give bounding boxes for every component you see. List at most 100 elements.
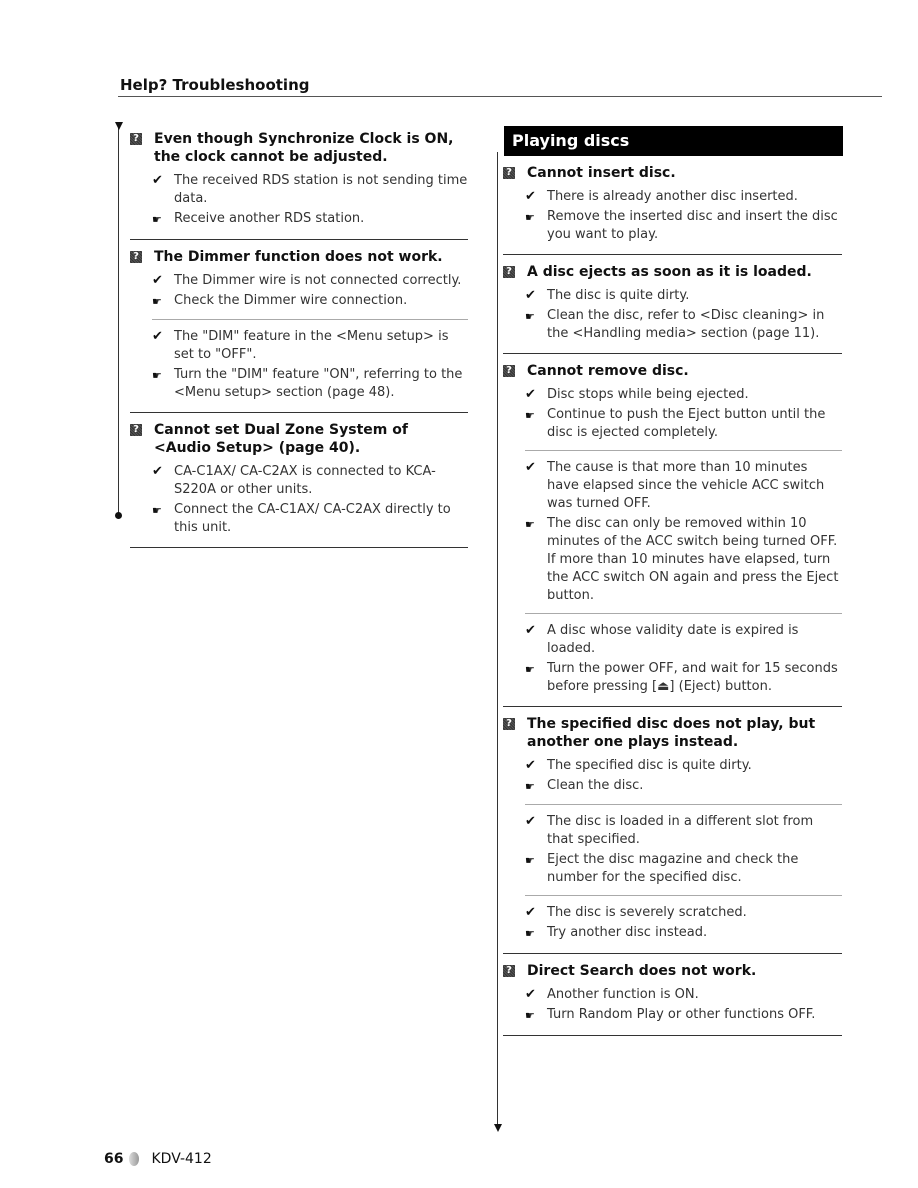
remedy-row: ☛ Receive another RDS station. [152,210,468,229]
remedy-row: ☛ Check the Dimmer wire connection. [152,292,468,311]
cause-row: ✔ The specified disc is quite dirty. [525,757,842,775]
right-column: Playing discs ? Cannot insert disc. ✔ There… [497,126,843,1036]
pointing-hand-icon: ☛ [525,1009,535,1022]
cause-row: ✔ The disc is loaded in a different slot … [525,813,842,849]
troubleshoot-entry: ? Cannot insert disc. ✔ There is already an… [503,156,842,255]
question-icon: ? [503,167,515,179]
question-icon: ? [130,424,142,436]
troubleshoot-entry: ? Direct Search does not work. ✔ Another fu… [503,954,842,1036]
cause-remedy-group: ✔ Disc stops while being ejected. ☛ Continu… [525,380,842,446]
question-icon: ? [503,365,515,377]
pointing-hand-icon: ☛ [525,518,535,531]
pointing-hand-icon: ☛ [525,663,535,676]
cause-remedy-group: ✔ The "DIM" feature in the <Menu setup> i… [152,319,468,406]
cause-remedy-group: ✔ The disc is quite dirty. ☛ Clean the disc… [525,281,842,347]
remedy-text: Receive another RDS station. [174,211,365,226]
remedy-row: ☛ Continue to push the Eject button until… [525,406,842,442]
remedy-text: Continue to push the Eject button until … [547,407,826,440]
remedy-text: Remove the inserted disc and insert the … [547,209,838,242]
cause-text: Disc stops while being ejected. [547,387,749,402]
problem-heading: ? The Dimmer function does not work. [130,248,468,266]
cause-remedy-group: ✔ CA-C1AX/ CA-C2AX is connected to KCA-S2… [152,457,468,541]
cause-row: ✔ The "DIM" feature in the <Menu setup> i… [152,328,468,364]
pointing-hand-icon: ☛ [152,504,162,517]
problem-heading: ? Even though Synchronize Clock is ON, th… [130,130,468,166]
remedy-row: ☛ Clean the disc. [525,777,842,796]
problem-heading: ? Cannot set Dual Zone System of <Audio S… [130,421,468,457]
checkmark-icon: ✔ [152,464,163,479]
remedy-row: ☛ Try another disc instead. [525,924,842,943]
cause-row: ✔ The disc is severely scratched. [525,904,842,922]
pointing-hand-icon: ☛ [152,213,162,226]
pointing-hand-icon: ☛ [525,927,535,940]
troubleshoot-entry: ? Cannot set Dual Zone System of <Audio S… [130,413,468,548]
checkmark-icon: ✔ [525,288,536,303]
brand-mark-icon [129,1152,140,1166]
remedy-text: Try another disc instead. [547,925,708,940]
problem-text: Even though Synchronize Clock is ON, the… [154,131,454,165]
cause-remedy-group: ✔ The Dimmer wire is not connected correc… [152,266,468,315]
cause-text: The disc is loaded in a different slot f… [547,814,814,847]
pointing-hand-icon: ☛ [525,409,535,422]
cause-remedy-list: ✔ The specified disc is quite dirty. ☛ Clea… [525,751,842,947]
problem-text: Cannot insert disc. [527,165,676,181]
cause-remedy-list: ✔ There is already another disc inserted.… [525,182,842,248]
question-icon: ? [503,965,515,977]
checkmark-icon: ✔ [152,329,163,344]
cause-text: The cause is that more than 10 minutes h… [547,460,825,511]
cause-remedy-group: ✔ A disc whose validity date is expired i… [525,613,842,700]
troubleshoot-entry: ? The Dimmer function does not work. ✔ The … [130,240,468,413]
question-icon: ? [503,266,515,278]
problem-heading: ? A disc ejects as soon as it is loaded. [503,263,842,281]
troubleshoot-entry: ? Even though Synchronize Clock is ON, th… [130,122,468,240]
continue-arrow-icon [494,1124,502,1132]
checkmark-icon: ✔ [525,460,536,475]
cause-text: The disc is quite dirty. [547,288,690,303]
troubleshoot-entry: ? The specified disc does not play, but a… [503,707,842,954]
problem-text: Direct Search does not work. [527,963,757,979]
cause-remedy-group: ✔ There is already another disc inserted.… [525,182,842,248]
remedy-row: ☛ Clean the disc, refer to <Disc cleaning… [525,307,842,343]
pointing-hand-icon: ☛ [152,369,162,382]
cause-text: The disc is severely scratched. [547,905,747,920]
page-header-title: Help? Troubleshooting [120,76,310,94]
cause-remedy-list: ✔ Disc stops while being ejected. ☛ Continu… [525,380,842,700]
remedy-text: Turn the "DIM" feature "ON", referring t… [174,367,463,400]
checkmark-icon: ✔ [525,814,536,829]
cause-text: The received RDS station is not sending … [174,173,468,206]
cause-text: CA-C1AX/ CA-C2AX is connected to KCA-S22… [174,464,436,497]
cause-remedy-list: ✔ Another function is ON. ☛ Turn Random Pla… [525,980,842,1029]
pointing-hand-icon: ☛ [525,211,535,224]
question-icon: ? [130,251,142,263]
page-footer: 66 KDV-412 [104,1151,212,1167]
question-icon: ? [503,718,515,730]
problem-heading: ? Cannot insert disc. [503,164,842,182]
problem-text: The Dimmer function does not work. [154,249,443,265]
checkmark-icon: ✔ [525,905,536,920]
remedy-text: Clean the disc. [547,778,644,793]
checkmark-icon: ✔ [525,758,536,773]
cause-remedy-group: ✔ Another function is ON. ☛ Turn Random Pla… [525,980,842,1029]
problem-text: A disc ejects as soon as it is loaded. [527,264,812,280]
section-title-playing-discs: Playing discs [504,126,843,156]
left-column: ? Even though Synchronize Clock is ON, th… [118,122,468,548]
pointing-hand-icon: ☛ [525,854,535,867]
cause-row: ✔ Another function is ON. [525,986,842,1004]
problem-text: Cannot set Dual Zone System of <Audio Se… [154,422,408,456]
checkmark-icon: ✔ [152,273,163,288]
cause-remedy-group: ✔ The disc is severely scratched. ☛ Try ano… [525,895,842,947]
checkmark-icon: ✔ [525,189,536,204]
cause-remedy-list: ✔ The disc is quite dirty. ☛ Clean the disc… [525,281,842,347]
cause-text: The Dimmer wire is not connected correct… [174,273,462,288]
remedy-text: Check the Dimmer wire connection. [174,293,408,308]
checkmark-icon: ✔ [525,387,536,402]
remedy-text: Turn Random Play or other functions OFF. [547,1007,816,1022]
troubleshoot-entry: ? Cannot remove disc. ✔ Disc stops while be… [503,354,842,707]
checkmark-icon: ✔ [152,173,163,188]
remedy-row: ☛ Remove the inserted disc and insert the… [525,208,842,244]
remedy-row: ☛ Turn the power OFF, and wait for 15 sec… [525,660,842,696]
problem-text: The specified disc does not play, but an… [527,716,816,750]
remedy-row: ☛ The disc can only be removed within 10 … [525,515,842,605]
cause-remedy-list: ✔ The Dimmer wire is not connected correc… [152,266,468,406]
cause-text: The "DIM" feature in the <Menu setup> is… [174,329,449,362]
